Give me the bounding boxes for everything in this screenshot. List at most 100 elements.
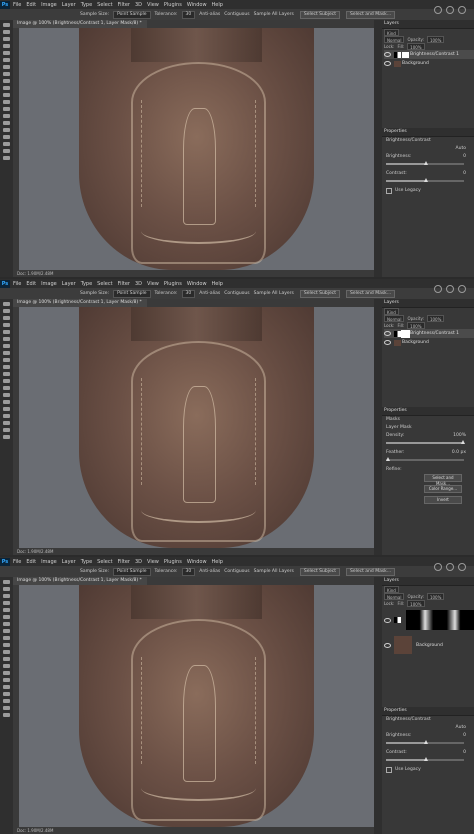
eyedropper-tool-icon[interactable] [3, 337, 10, 341]
healing-tool-icon[interactable] [3, 65, 10, 69]
sample-size-select[interactable]: Point Sample [113, 289, 151, 298]
document-tab[interactable]: Image @ 100% (Brightness/Contrast 1, Lay… [13, 577, 147, 585]
contiguous-checkbox[interactable]: Contiguous [224, 291, 249, 296]
anti-alias-checkbox[interactable]: Anti-alias [199, 569, 220, 574]
layer-row-adjustment-enlarged[interactable] [384, 607, 474, 633]
menu-image[interactable]: Image [41, 2, 57, 8]
layers-panel-header[interactable]: Layers [374, 577, 474, 586]
pen-tool-icon[interactable] [3, 121, 10, 125]
select-and-mask-button[interactable]: Select and Mask... [424, 474, 462, 486]
menu-image[interactable]: Image [41, 281, 57, 287]
search-icon[interactable] [434, 563, 442, 571]
layer-row-background[interactable]: Background [384, 338, 474, 347]
share-icon[interactable] [458, 563, 466, 571]
layer-mask-thumbnail-large[interactable] [405, 610, 474, 630]
feather-value[interactable]: 0.0 px [452, 449, 466, 457]
path-selection-tool-icon[interactable] [3, 414, 10, 418]
blur-tool-icon[interactable] [3, 664, 10, 668]
menu-file[interactable]: File [13, 2, 21, 8]
stamp-tool-icon[interactable] [3, 636, 10, 640]
blend-mode-select[interactable]: Normal [384, 593, 405, 600]
brightness-slider[interactable] [386, 161, 464, 165]
layers-panel-header[interactable]: Layers [374, 20, 474, 29]
history-brush-tool-icon[interactable] [3, 643, 10, 647]
search-icon[interactable] [434, 6, 442, 14]
menu-3d[interactable]: 3D [135, 559, 142, 565]
eye-icon[interactable] [384, 52, 391, 57]
kind-filter[interactable]: Kind [384, 308, 399, 315]
invert-button[interactable]: Invert [424, 496, 462, 504]
hand-tool-icon[interactable] [3, 706, 10, 710]
select-subject-button[interactable]: Select Subject [299, 567, 340, 576]
lasso-tool-icon[interactable] [3, 594, 10, 598]
menu-help[interactable]: Help [212, 559, 223, 565]
select-and-mask-button[interactable]: Select and Mask... [345, 289, 396, 298]
share-icon[interactable] [458, 285, 466, 293]
menu-file[interactable]: File [13, 281, 21, 287]
color-range-button[interactable]: Color Range... [424, 485, 462, 493]
menu-help[interactable]: Help [212, 281, 223, 287]
workspace-icon[interactable] [446, 6, 454, 14]
blur-tool-icon[interactable] [3, 386, 10, 390]
zoom-tool-icon[interactable] [3, 435, 10, 439]
move-tool-icon[interactable] [3, 23, 10, 27]
use-legacy-checkbox[interactable]: Use Legacy [386, 766, 474, 774]
eye-icon[interactable] [384, 61, 391, 66]
sample-size-select[interactable]: Point Sample [113, 567, 151, 576]
menu-filter[interactable]: Filter [118, 2, 130, 8]
dodge-tool-icon[interactable] [3, 114, 10, 118]
canvas[interactable] [19, 585, 374, 827]
menu-plugins[interactable]: Plugins [164, 2, 182, 8]
marquee-tool-icon[interactable] [3, 587, 10, 591]
properties-panel-header[interactable]: Properties [374, 707, 474, 716]
history-brush-tool-icon[interactable] [3, 365, 10, 369]
menu-select[interactable]: Select [97, 281, 112, 287]
magic-wand-tool-icon[interactable] [3, 323, 10, 327]
eye-icon[interactable] [384, 617, 391, 623]
menu-layer[interactable]: Layer [62, 2, 76, 8]
marquee-tool-icon[interactable] [3, 309, 10, 313]
menu-type[interactable]: Type [81, 2, 92, 8]
type-tool-icon[interactable] [3, 128, 10, 132]
eyedropper-tool-icon[interactable] [3, 58, 10, 62]
share-icon[interactable] [458, 6, 466, 14]
move-tool-icon[interactable] [3, 302, 10, 306]
select-subject-button[interactable]: Select Subject [299, 10, 340, 19]
fill-input[interactable]: 100% [407, 43, 425, 50]
crop-tool-icon[interactable] [3, 51, 10, 55]
brush-tool-icon[interactable] [3, 351, 10, 355]
zoom-tool-icon[interactable] [3, 713, 10, 717]
pen-tool-icon[interactable] [3, 678, 10, 682]
menu-plugins[interactable]: Plugins [164, 559, 182, 565]
contiguous-checkbox[interactable]: Contiguous [224, 569, 249, 574]
density-slider[interactable] [386, 440, 465, 444]
layer-row-adjustment[interactable]: Brightness/Contrast 1 [384, 50, 474, 59]
menu-file[interactable]: File [13, 559, 21, 565]
properties-panel-header[interactable]: Properties [374, 407, 474, 416]
menu-view[interactable]: View [147, 559, 159, 565]
menu-window[interactable]: Window [187, 2, 207, 8]
canvas[interactable] [19, 28, 374, 270]
stamp-tool-icon[interactable] [3, 358, 10, 362]
blend-mode-select[interactable]: Normal [384, 315, 405, 322]
dodge-tool-icon[interactable] [3, 671, 10, 675]
tolerance-input[interactable]: 30 [181, 289, 196, 298]
contrast-slider[interactable] [386, 178, 464, 182]
menu-select[interactable]: Select [97, 559, 112, 565]
eraser-tool-icon[interactable] [3, 372, 10, 376]
marquee-tool-icon[interactable] [3, 30, 10, 34]
menu-select[interactable]: Select [97, 2, 112, 8]
menu-edit[interactable]: Edit [26, 2, 36, 8]
workspace-icon[interactable] [446, 285, 454, 293]
menu-type[interactable]: Type [81, 281, 92, 287]
contrast-slider[interactable] [386, 757, 464, 761]
document-tab[interactable]: Image @ 100% (Brightness/Contrast 1, Lay… [13, 299, 147, 307]
pen-tool-icon[interactable] [3, 400, 10, 404]
anti-alias-checkbox[interactable]: Anti-alias [199, 291, 220, 296]
eraser-tool-icon[interactable] [3, 93, 10, 97]
stamp-tool-icon[interactable] [3, 79, 10, 83]
menu-layer[interactable]: Layer [62, 281, 76, 287]
brush-tool-icon[interactable] [3, 629, 10, 633]
kind-filter[interactable]: Kind [384, 586, 399, 593]
type-tool-icon[interactable] [3, 407, 10, 411]
